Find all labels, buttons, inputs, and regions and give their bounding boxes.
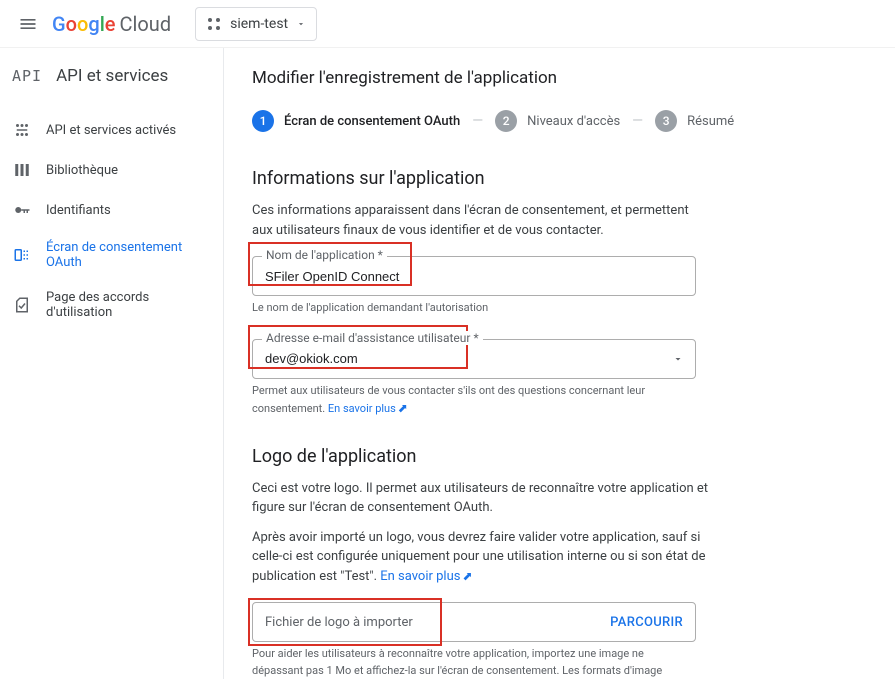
logo-letter: e <box>105 12 116 36</box>
hamburger-menu-icon[interactable] <box>16 12 40 36</box>
app-info-description: Ces informations apparaissent dans l'écr… <box>252 201 712 240</box>
support-email-helper: Permet aux utilisateurs de vous contacte… <box>252 383 696 418</box>
google-cloud-logo[interactable]: Google Cloud <box>52 12 171 36</box>
logo-letter: g <box>88 12 99 36</box>
sidebar-item-credentials[interactable]: Identifiants <box>0 190 223 230</box>
step-label: Niveaux d'accès <box>527 114 620 129</box>
learn-more-link[interactable]: En savoir plus⬈ <box>328 402 408 415</box>
step-summary[interactable]: 3 Résumé <box>655 110 734 132</box>
app-name-input[interactable] <box>252 256 696 296</box>
step-number: 3 <box>655 110 677 132</box>
sidebar-item-label: API et services activés <box>46 123 176 138</box>
logo-upload-wrap: Fichier de logo à importer PARCOURIR <box>252 602 696 642</box>
upload-placeholder: Fichier de logo à importer <box>265 615 413 630</box>
topbar: Google Cloud siem-test <box>0 0 895 48</box>
api-mark-icon: API <box>12 67 42 85</box>
sidebar-item-label: Écran de consentement OAuth <box>46 240 211 270</box>
sidebar-item-usage[interactable]: Page des accords d'utilisation <box>0 280 223 330</box>
project-selector[interactable]: siem-test <box>195 7 317 41</box>
project-icon <box>206 16 222 32</box>
logo-cloud-word: Cloud <box>120 12 172 36</box>
logo-upload-field[interactable]: Fichier de logo à importer PARCOURIR <box>252 602 696 642</box>
step-label: Écran de consentement OAuth <box>284 114 460 129</box>
support-email-label: Adresse e-mail d'assistance utilisateur … <box>262 331 483 345</box>
project-name: siem-test <box>230 16 288 32</box>
logo-desc-text: Après avoir importé un logo, vous devrez… <box>252 530 705 584</box>
sidebar-header: API API et services <box>0 52 223 102</box>
step-separator: — <box>632 113 643 129</box>
dashboard-icon <box>12 120 32 140</box>
step-consent[interactable]: 1 Écran de consentement OAuth <box>252 110 460 132</box>
logo-heading: Logo de l'application <box>252 446 867 467</box>
step-label: Résumé <box>687 114 734 129</box>
sidebar: API API et services API et services acti… <box>0 48 224 679</box>
helper-text: Permet aux utilisateurs de vous contacte… <box>252 384 645 416</box>
step-separator: — <box>472 113 483 129</box>
usage-icon <box>12 295 32 315</box>
learn-more-link[interactable]: En savoir plus⬈ <box>380 569 472 584</box>
consent-icon <box>12 245 32 265</box>
chevron-down-icon <box>296 19 306 29</box>
app-info-heading: Informations sur l'application <box>252 168 867 189</box>
stepper: 1 Écran de consentement OAuth — 2 Niveau… <box>252 110 867 132</box>
library-icon <box>12 160 32 180</box>
sidebar-item-oauth-consent[interactable]: Écran de consentement OAuth <box>0 230 223 280</box>
logo-description-1: Ceci est votre logo. Il permet aux utili… <box>252 479 712 518</box>
logo-letter: G <box>52 12 66 36</box>
sidebar-item-label: Page des accords d'utilisation <box>46 290 211 320</box>
step-scopes[interactable]: 2 Niveaux d'accès <box>495 110 620 132</box>
logo-description-2: Après avoir importé un logo, vous devrez… <box>252 528 712 587</box>
page-title: Modifier l'enregistrement de l'applicati… <box>252 68 867 88</box>
sidebar-item-label: Bibliothèque <box>46 163 118 178</box>
external-link-icon: ⬈ <box>462 569 472 583</box>
sidebar-item-services[interactable]: API et services activés <box>0 110 223 150</box>
main-content: Modifier l'enregistrement de l'applicati… <box>224 48 895 679</box>
sidebar-item-label: Identifiants <box>46 203 111 218</box>
sidebar-title: API et services <box>56 66 168 86</box>
support-email-field-wrap: Adresse e-mail d'assistance utilisateur … <box>252 339 696 379</box>
external-link-icon: ⬈ <box>398 401 408 415</box>
support-email-select[interactable] <box>252 339 696 379</box>
logo-letter: o <box>66 12 77 36</box>
logo-letter: o <box>77 12 88 36</box>
step-number: 2 <box>495 110 517 132</box>
step-number: 1 <box>252 110 274 132</box>
key-icon <box>12 200 32 220</box>
browse-button[interactable]: PARCOURIR <box>610 615 683 630</box>
app-name-label: Nom de l'application * <box>262 248 387 262</box>
app-name-field-wrap: Nom de l'application * <box>252 256 696 296</box>
logo-upload-helper: Pour aider les utilisateurs à reconnaîtr… <box>252 646 696 679</box>
app-name-helper: Le nom de l'application demandant l'auto… <box>252 300 696 317</box>
sidebar-item-library[interactable]: Bibliothèque <box>0 150 223 190</box>
